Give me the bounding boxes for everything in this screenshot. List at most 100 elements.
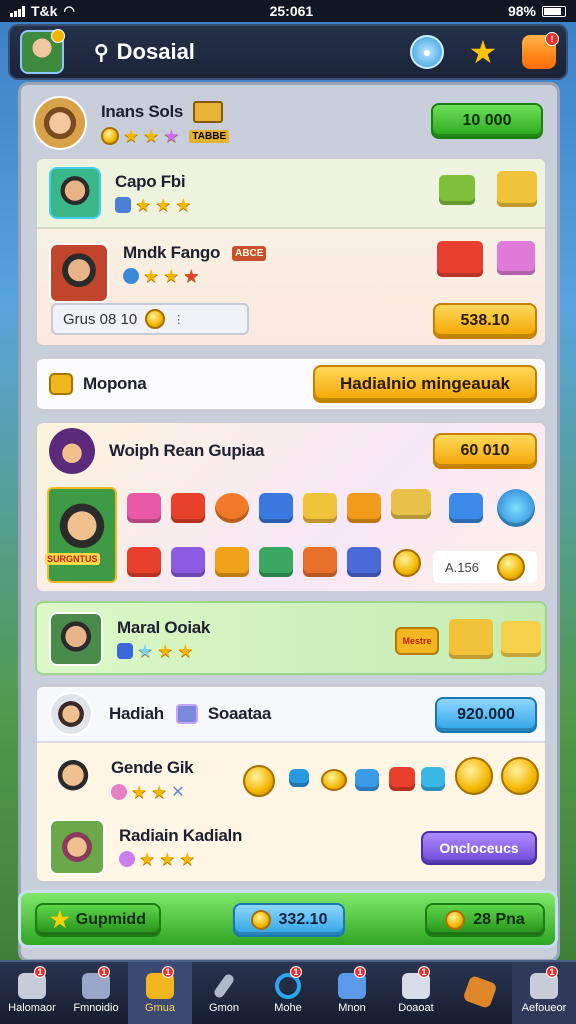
item-slot[interactable] xyxy=(259,547,293,577)
currency-counter: A.156 xyxy=(433,551,537,583)
footer-center-button[interactable]: 332.10 xyxy=(233,903,345,937)
item-slot[interactable] xyxy=(303,493,337,523)
character-portrait[interactable]: SURGNTUS xyxy=(45,487,117,583)
reward-chest[interactable]: Mestre xyxy=(395,627,439,655)
star-icon[interactable]: ★ xyxy=(466,34,500,70)
player-portrait[interactable] xyxy=(49,243,109,303)
rating-stars: ★ ★ ★ xyxy=(123,267,266,285)
nav-item-friends[interactable]: 1 Fmnoidio xyxy=(64,962,128,1024)
character-badge: SURGNTUS xyxy=(45,553,100,565)
nav-label: Fmnoidio xyxy=(73,1001,119,1014)
item-slot[interactable] xyxy=(303,547,337,577)
counter-value: A.156 xyxy=(445,559,479,575)
gift-box-icon[interactable] xyxy=(449,619,493,659)
player-portrait[interactable] xyxy=(49,167,101,219)
nav-item-map[interactable]: 1 Mohe xyxy=(256,962,320,1024)
code-field[interactable]: Grus 08 10 ⋮ xyxy=(51,303,249,335)
nav-item-profile[interactable]: 1 Aefoueor xyxy=(512,962,576,1024)
nav-item-game[interactable]: 1 Gmua xyxy=(128,962,192,1024)
item-slot[interactable] xyxy=(421,767,445,791)
item-slot[interactable] xyxy=(389,767,415,791)
item-slot[interactable] xyxy=(171,493,205,523)
gift-box-icon[interactable] xyxy=(501,621,541,657)
footer-left-label: Gupmidd xyxy=(75,911,146,928)
coin-icon xyxy=(455,757,493,795)
item-slot[interactable] xyxy=(289,769,309,787)
item-slot[interactable] xyxy=(391,489,431,519)
player-name: Mndk Fango xyxy=(123,243,221,262)
footer-right-button[interactable]: 28 Pna xyxy=(425,903,545,937)
price-button[interactable]: 538.10 xyxy=(433,303,537,339)
list-item: Capo Fbi ★ ★ ★ xyxy=(37,159,545,229)
item-slot[interactable] xyxy=(355,769,379,791)
top-player-row: Inans Sols ★ ★ ★ TABBE 10 000 xyxy=(21,93,557,153)
list-item: Gende Gik ★ ★ ✕ xyxy=(37,747,545,813)
star-icon: ★ xyxy=(50,907,70,932)
tag-label: TABBE xyxy=(189,129,230,143)
nav-item-edit[interactable]: Gmon xyxy=(192,962,256,1024)
nav-item-home[interactable]: 1 Halomaor xyxy=(0,962,64,1024)
player-card-2: Capo Fbi ★ ★ ★ Mndk Fango ABCE ★ ★ ★ Gru… xyxy=(35,157,547,347)
package-icon xyxy=(462,974,498,1009)
rating-stars: ★ ★ ★ TABBE xyxy=(101,127,230,145)
nav-label: Mohe xyxy=(274,1001,302,1014)
section-action-button[interactable]: Hadialnio mingeauak xyxy=(313,365,537,403)
player-portrait[interactable] xyxy=(49,612,103,666)
claim-button[interactable]: 10 000 xyxy=(431,103,543,139)
search-icon[interactable]: ⚲ xyxy=(94,40,109,65)
player-avatar[interactable] xyxy=(20,29,65,74)
nav-label: Gmon xyxy=(209,1001,239,1014)
nav-item-package[interactable] xyxy=(448,962,512,1024)
gift-box-icon[interactable] xyxy=(439,175,475,205)
list-item: Mndk Fango ABCE ★ ★ ★ Grus 08 10 ⋮ 538.10 xyxy=(37,231,545,345)
player-portrait[interactable] xyxy=(49,756,97,804)
player-name: Hadiah xyxy=(109,704,164,723)
level-badge-icon xyxy=(51,29,65,43)
price-button[interactable]: 920.000 xyxy=(435,697,537,733)
item-slot[interactable] xyxy=(347,547,381,577)
coin-icon xyxy=(250,910,271,930)
nav-item-docs[interactable]: 1 Doaoat xyxy=(384,962,448,1024)
player-portrait[interactable] xyxy=(49,428,95,474)
item-slot[interactable] xyxy=(215,547,249,577)
player-card-3: Woiph Rean Gupiaa 60 010 SURGNTUS A.156 xyxy=(35,421,547,593)
gift-box-icon[interactable] xyxy=(497,171,537,207)
gift-box-icon[interactable] xyxy=(497,241,535,275)
rating-stars: ★ ★ ★ xyxy=(117,642,210,660)
gem-icon xyxy=(123,268,139,284)
nav-label: Mnon xyxy=(338,1001,366,1014)
nav-label: Aefoueor xyxy=(521,1001,567,1014)
item-slot[interactable] xyxy=(449,493,483,523)
nav-item-shop[interactable]: 1 Mnon xyxy=(320,962,384,1024)
player-portrait[interactable] xyxy=(49,692,93,736)
compass-icon[interactable]: ● xyxy=(410,35,444,69)
item-slot[interactable] xyxy=(215,493,249,523)
player-portrait[interactable] xyxy=(49,819,105,875)
item-slot[interactable] xyxy=(127,547,161,577)
footer-left-button[interactable]: ★ Gupmidd xyxy=(35,903,161,937)
signal-icon xyxy=(10,5,25,17)
player-name: Gende Gik xyxy=(111,758,194,777)
footer-right-label: 28 Pna xyxy=(473,911,525,928)
list-item: Woiph Rean Gupiaa 60 010 xyxy=(37,427,545,475)
frame-icon xyxy=(175,704,198,724)
section-bar: Mopona Hadialnio mingeauak xyxy=(35,357,547,411)
price-button[interactable]: 60 010 xyxy=(433,433,537,469)
nav-badge: 1 xyxy=(98,966,110,978)
clock: 25:061 xyxy=(269,3,314,19)
item-slot[interactable] xyxy=(127,493,161,523)
item-slot[interactable] xyxy=(497,489,535,527)
collect-button[interactable]: Oncloceucs xyxy=(421,831,537,865)
player-portrait[interactable] xyxy=(33,96,87,150)
item-slot[interactable] xyxy=(259,493,293,523)
gift-icon[interactable]: ! xyxy=(522,32,559,69)
rating-stars: ★ ★ ★ xyxy=(119,850,242,868)
tag-label: ABCE xyxy=(232,245,267,261)
shield-icon xyxy=(115,197,131,213)
item-slot[interactable] xyxy=(347,493,381,523)
section-label: Mopona xyxy=(83,374,147,393)
battery-icon xyxy=(541,5,566,17)
item-slot[interactable] xyxy=(171,547,205,577)
main-panel: Inans Sols ★ ★ ★ TABBE 10 000 Capo Fbi ★… xyxy=(18,82,560,962)
gift-box-icon[interactable] xyxy=(437,241,483,277)
